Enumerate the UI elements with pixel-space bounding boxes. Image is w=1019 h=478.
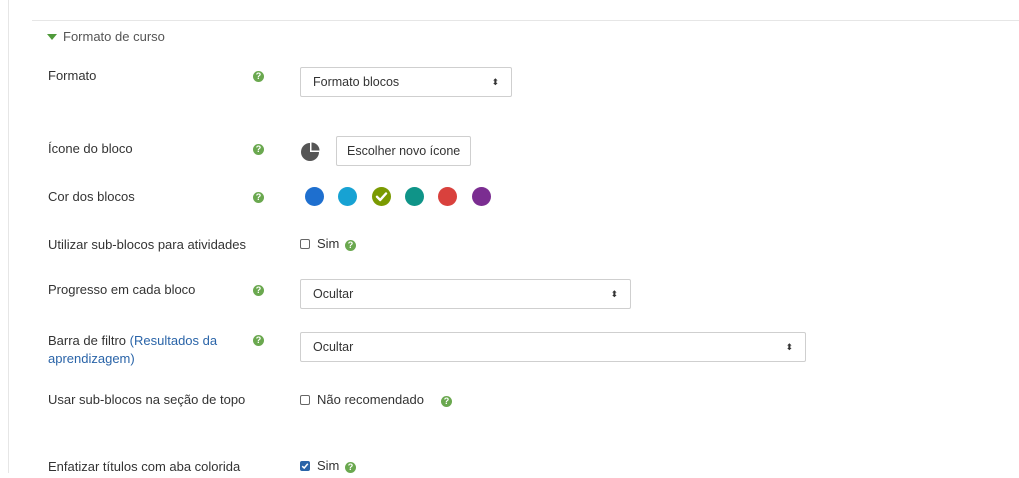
choose-icon-button[interactable]: Escolher novo ícone bbox=[336, 136, 472, 166]
subblocos-topo-option: Não recomendado bbox=[317, 392, 424, 407]
caret-down-icon bbox=[47, 33, 57, 40]
color-swatch-4[interactable] bbox=[405, 187, 424, 206]
question-circle-icon[interactable]: ? bbox=[345, 240, 356, 251]
course-format-settings: Formato de curso Formato ? Formato bloco… bbox=[0, 0, 1019, 474]
row-progresso: Progresso em cada bloco ? Ocultar ⬍ bbox=[48, 279, 1008, 311]
label-barra-filtro-text: Barra de filtro bbox=[48, 333, 130, 348]
question-circle-icon[interactable]: ? bbox=[441, 396, 452, 407]
enfatizar-checkbox[interactable] bbox=[300, 461, 310, 471]
check-icon bbox=[301, 463, 309, 470]
label-barra-filtro: Barra de filtro (Resultados da aprendiza… bbox=[48, 332, 243, 368]
top-divider bbox=[32, 20, 1019, 21]
color-swatch-6[interactable] bbox=[472, 187, 491, 206]
row-cor: Cor dos blocos ? bbox=[48, 187, 1008, 211]
row-subblocos-topo: Usar sub-blocos na seção de topo Não rec… bbox=[48, 391, 1008, 427]
up-down-arrows-icon: ⬍ bbox=[610, 289, 618, 299]
enfatizar-option: Sim bbox=[317, 458, 340, 473]
section-legend: Formato de curso bbox=[63, 29, 165, 44]
up-down-arrows-icon: ⬍ bbox=[491, 77, 499, 87]
question-circle-icon[interactable]: ? bbox=[345, 462, 356, 473]
barra-filtro-select[interactable]: Ocultar ⬍ bbox=[300, 332, 806, 362]
up-down-arrows-icon: ⬍ bbox=[785, 342, 793, 352]
question-circle-icon[interactable]: ? bbox=[253, 144, 264, 155]
question-circle-icon[interactable]: ? bbox=[253, 71, 264, 82]
check-icon bbox=[375, 192, 388, 202]
barra-filtro-select-value: Ocultar bbox=[313, 340, 354, 354]
question-circle-icon[interactable]: ? bbox=[253, 192, 264, 203]
progresso-select[interactable]: Ocultar ⬍ bbox=[300, 279, 631, 309]
subblocos-option: Sim bbox=[317, 236, 340, 251]
color-swatch-1[interactable] bbox=[305, 187, 324, 206]
subblocos-topo-checkbox[interactable] bbox=[300, 395, 310, 405]
row-barra-filtro: Barra de filtro (Resultados da aprendiza… bbox=[48, 332, 1008, 368]
row-enfatizar: Enfatizar títulos com aba colorida Sim ? bbox=[48, 458, 1008, 478]
color-swatch-5[interactable] bbox=[438, 187, 457, 206]
label-icone: Ícone do bloco bbox=[48, 141, 133, 156]
formato-select[interactable]: Formato blocos ⬍ bbox=[300, 67, 512, 97]
subblocos-checkbox[interactable] bbox=[300, 239, 310, 249]
label-subblocos-topo: Usar sub-blocos na seção de topo bbox=[48, 392, 246, 407]
label-cor: Cor dos blocos bbox=[48, 189, 135, 204]
row-formato: Formato ? Formato blocos ⬍ bbox=[48, 67, 1008, 99]
color-swatch-2[interactable] bbox=[338, 187, 357, 206]
progresso-select-value: Ocultar bbox=[313, 287, 354, 301]
row-subblocos: Utilizar sub-blocos para atividades Sim … bbox=[48, 236, 1008, 256]
pie-chart-icon bbox=[301, 142, 320, 161]
label-subblocos: Utilizar sub-blocos para atividades bbox=[48, 237, 246, 252]
section-toggle[interactable]: Formato de curso bbox=[47, 29, 165, 44]
left-border bbox=[8, 0, 9, 473]
label-progresso: Progresso em cada bloco bbox=[48, 282, 196, 297]
question-circle-icon[interactable]: ? bbox=[253, 335, 264, 346]
color-swatch-3[interactable] bbox=[372, 187, 391, 206]
row-icone: Ícone do bloco ? Escolher novo ícone bbox=[48, 136, 1008, 168]
formato-select-value: Formato blocos bbox=[313, 75, 400, 89]
question-circle-icon[interactable]: ? bbox=[253, 285, 264, 296]
label-formato: Formato bbox=[48, 68, 97, 83]
label-enfatizar: Enfatizar títulos com aba colorida bbox=[48, 459, 241, 474]
